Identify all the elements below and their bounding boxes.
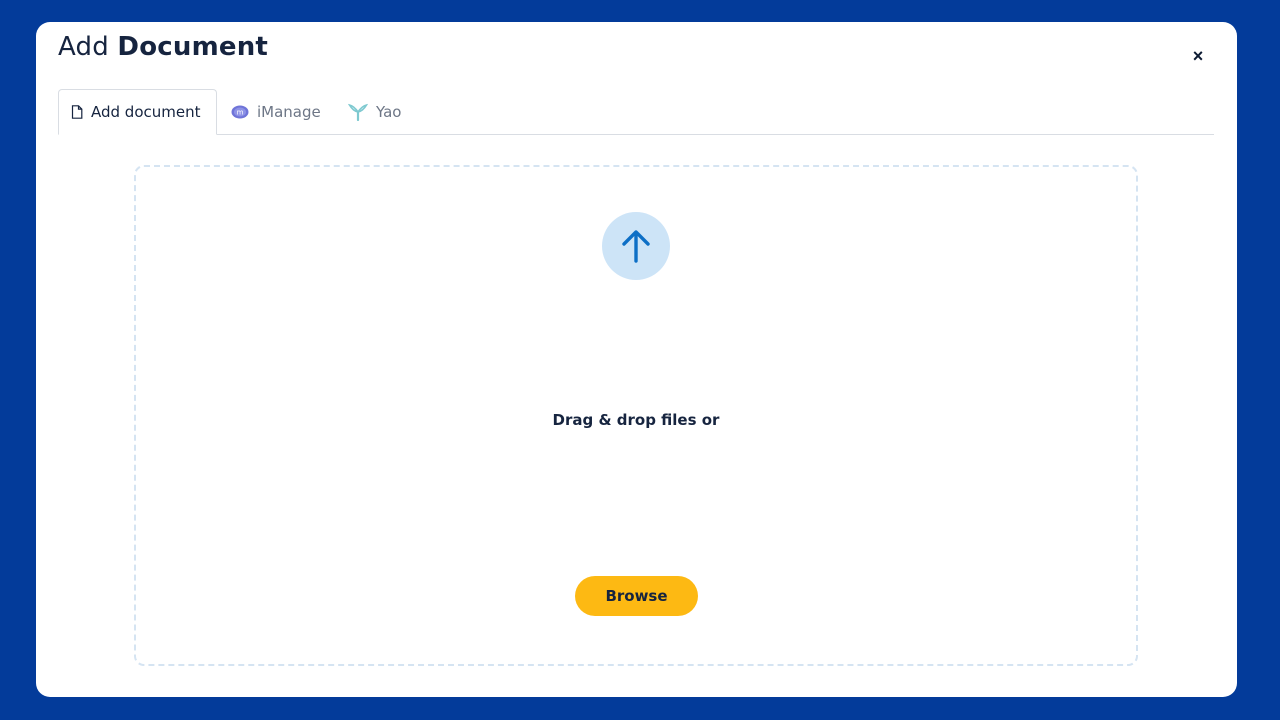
file-dropzone[interactable]: Drag & drop files or Browse	[134, 165, 1138, 666]
tab-label: iManage	[257, 102, 321, 121]
tab-imanage[interactable]: m iManage	[231, 89, 321, 134]
tab-yao[interactable]: Yao	[348, 89, 401, 134]
tab-label: Add document	[91, 103, 201, 121]
tab-add-document[interactable]: Add document	[58, 89, 217, 135]
modal-title-prefix: Add	[58, 32, 109, 62]
modal-title: Add Document	[58, 32, 268, 62]
imanage-logo-icon: m	[231, 105, 249, 119]
modal-title-strong: Document	[117, 32, 269, 62]
svg-text:m: m	[237, 108, 244, 116]
tab-bar: Add document m iManage Yao	[58, 89, 1214, 135]
browse-button[interactable]: Browse	[575, 576, 698, 616]
tab-label: Yao	[376, 102, 402, 121]
close-button[interactable]: ×	[1186, 44, 1210, 68]
document-icon	[71, 105, 83, 119]
drag-drop-text: Drag & drop files or	[552, 411, 720, 429]
yao-logo-icon	[348, 103, 368, 121]
add-document-modal: Add Document × Add document m iManage Ya…	[36, 22, 1237, 697]
upload-arrow-icon	[602, 212, 670, 280]
